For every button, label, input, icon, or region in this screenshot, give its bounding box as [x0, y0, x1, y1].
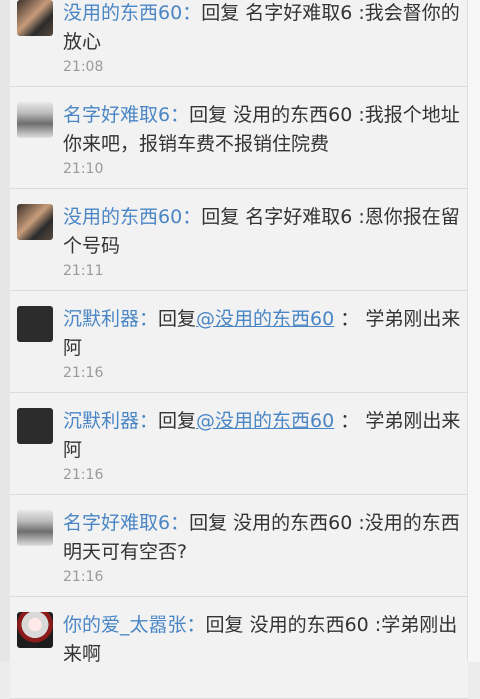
reply-prefix: 回复: [189, 512, 234, 534]
comment-author[interactable]: 没用的东西60: [63, 206, 182, 228]
comment-content: 沉默利器：回复@没用的东西60 ： 学弟刚出来阿: [63, 305, 471, 363]
comment-content: 名字好难取6：回复 没用的东西60 :没用的东西 明天可有空否?: [63, 509, 471, 567]
comment-time: 21:10: [63, 161, 104, 177]
comment-time: 21:16: [63, 467, 104, 483]
reply-target: 名字好难取6: [245, 206, 353, 228]
reply-prefix: 回复: [189, 104, 234, 126]
author-colon: ：: [139, 308, 159, 330]
comment-author[interactable]: 沉默利器: [63, 410, 139, 432]
comment-time: 21:16: [63, 569, 104, 585]
author-colon: ：: [186, 614, 206, 636]
comment-item[interactable]: 沉默利器：回复@没用的东西60 ： 学弟刚出来阿 21:16: [10, 291, 468, 393]
comment-author[interactable]: 名字好难取6: [63, 104, 170, 126]
user-avatar[interactable]: [17, 0, 53, 36]
mention-link[interactable]: @没用的东西60: [196, 410, 334, 432]
comment-author[interactable]: 没用的东西60: [63, 2, 182, 24]
user-avatar[interactable]: [17, 408, 53, 444]
reply-prefix: 回复: [158, 410, 197, 432]
comment-author[interactable]: 沉默利器: [63, 308, 139, 330]
comment-content: 沉默利器：回复@没用的东西60 ： 学弟刚出来阿: [63, 407, 471, 465]
reply-target: 没用的东西60: [233, 104, 353, 126]
user-avatar[interactable]: [17, 306, 53, 342]
comment-item[interactable]: 你的爱_太嚣张：回复 没用的东西60 :学弟刚出来啊: [10, 597, 468, 699]
comment-item[interactable]: 名字好难取6：回复 没用的东西60 :没用的东西 明天可有空否? 21:16: [10, 495, 468, 597]
comment-item[interactable]: 没用的东西60：回复 名字好难取6 :我会督你的放心 21:08: [10, 0, 468, 87]
user-avatar[interactable]: [17, 204, 53, 240]
comment-item[interactable]: 名字好难取6：回复 没用的东西60 :我报个地址你来吧，报销车费不报销住院费 2…: [10, 87, 468, 189]
comment-author[interactable]: 你的爱_太嚣张: [63, 614, 187, 636]
author-colon: ：: [170, 512, 190, 534]
comment-time: 21:11: [63, 263, 104, 279]
comment-author[interactable]: 名字好难取6: [63, 512, 170, 534]
mention-link[interactable]: @没用的东西60: [196, 308, 334, 330]
user-avatar[interactable]: [17, 510, 53, 546]
reply-target: 没用的东西60: [233, 512, 353, 534]
comment-time: 21:16: [63, 365, 104, 381]
author-colon: ：: [170, 104, 190, 126]
comment-content: 你的爱_太嚣张：回复 没用的东西60 :学弟刚出来啊: [63, 611, 471, 669]
user-avatar[interactable]: [17, 612, 53, 648]
user-avatar[interactable]: [17, 102, 53, 138]
author-colon: ：: [182, 2, 202, 24]
comment-time: 21:08: [63, 59, 104, 75]
author-colon: ：: [139, 410, 159, 432]
comment-feed[interactable]: 没用的东西60：回复 名字好难取6 :我会督你的放心 21:08 名字好难取6：…: [10, 0, 468, 699]
comment-content: 名字好难取6：回复 没用的东西60 :我报个地址你来吧，报销车费不报销住院费: [63, 101, 471, 159]
comment-content: 没用的东西60：回复 名字好难取6 :恩你报在留个号码: [63, 203, 471, 261]
comment-content: 没用的东西60：回复 名字好难取6 :我会督你的放心: [63, 0, 471, 57]
comment-item[interactable]: 沉默利器：回复@没用的东西60 ： 学弟刚出来阿 21:16: [10, 393, 468, 495]
reply-prefix: 回复: [158, 308, 197, 330]
scrollbar[interactable]: [467, 0, 480, 662]
author-colon: ：: [182, 206, 202, 228]
comment-item[interactable]: 没用的东西60：回复 名字好难取6 :恩你报在留个号码 21:11: [10, 189, 468, 291]
reply-target: 没用的东西60: [249, 614, 369, 636]
reply-prefix: 回复: [201, 2, 246, 24]
reply-prefix: 回复: [205, 614, 250, 636]
reply-prefix: 回复: [201, 206, 246, 228]
reply-target: 名字好难取6: [245, 2, 353, 24]
